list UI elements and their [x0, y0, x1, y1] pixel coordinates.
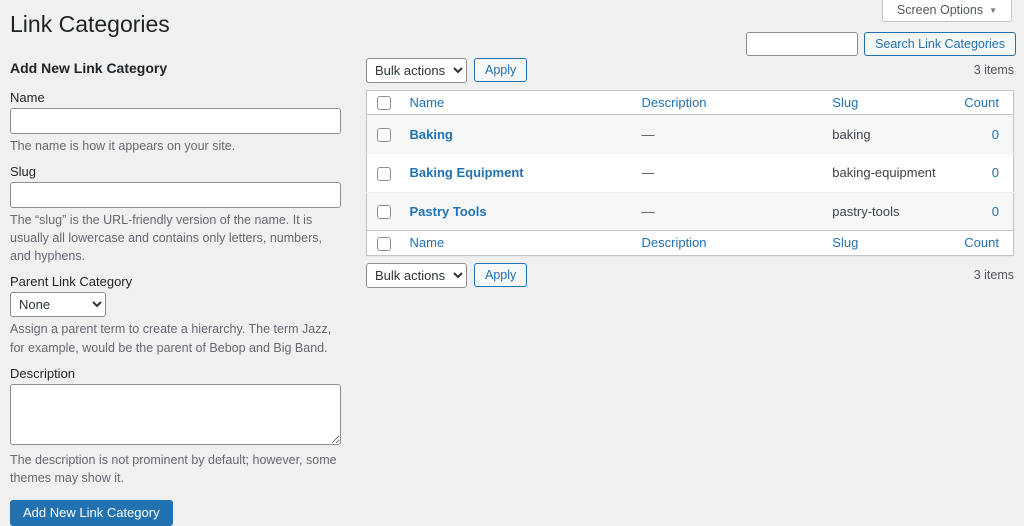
row-checkbox[interactable] — [377, 166, 391, 181]
table-row: Baking — baking 0 — [366, 114, 1014, 154]
slug-help-text: The “slug” is the URL-friendly version o… — [10, 213, 322, 264]
column-footer-description[interactable]: Description — [642, 235, 707, 250]
table-row: Pastry Tools — pastry-tools 0 — [366, 192, 1014, 231]
search-box: Search Link Categories — [746, 32, 1016, 56]
form-heading: Add New Link Category — [10, 59, 168, 76]
category-description: — — [641, 126, 655, 142]
category-name-link[interactable]: Baking — [410, 127, 453, 142]
table-row: Baking Equipment — baking-equipment 0 — [366, 153, 1014, 193]
category-name-link[interactable]: Pastry Tools — [410, 204, 487, 219]
column-footer-slug[interactable]: Slug — [832, 235, 858, 250]
apply-button-bottom[interactable]: Apply — [474, 263, 528, 288]
chevron-down-icon: ▼ — [989, 5, 997, 15]
parent-category-label: Parent Link Category — [10, 274, 133, 290]
content-columns: Add New Link Category Name The name is h… — [10, 57, 1014, 526]
category-slug: baking — [832, 126, 871, 142]
items-count-bottom: 3 items — [973, 268, 1014, 283]
page-wrap: Link Categories Add New Link Category Na… — [0, 0, 1024, 526]
category-description: — — [641, 203, 655, 219]
search-input[interactable] — [746, 32, 859, 56]
slug-input[interactable] — [10, 182, 341, 209]
screen-options-label: Screen Options — [896, 3, 984, 17]
add-new-link-category-button[interactable]: Add New Link Category — [10, 499, 173, 526]
description-help-text: The description is not prominent by defa… — [10, 452, 337, 485]
bulk-actions-select-top[interactable]: Bulk actions — [366, 57, 467, 83]
slug-label: Slug — [10, 164, 37, 180]
column-header-count[interactable]: Count — [964, 95, 999, 110]
description-label: Description — [10, 365, 76, 381]
description-field-group: Description The description is not promi… — [10, 366, 341, 487]
items-count-top: 3 items — [973, 63, 1014, 78]
column-header-slug[interactable]: Slug — [832, 95, 858, 110]
category-count-link[interactable]: 0 — [992, 127, 999, 142]
category-count-link[interactable]: 0 — [992, 165, 999, 180]
add-category-form: Add New Link Category Name The name is h… — [10, 58, 341, 526]
category-slug: baking-equipment — [832, 165, 936, 181]
column-footer-name[interactable]: Name — [410, 235, 445, 250]
category-description: — — [641, 165, 655, 181]
select-all-checkbox-bottom[interactable] — [377, 236, 391, 251]
column-header-name[interactable]: Name — [410, 95, 445, 110]
name-label: Name — [10, 89, 45, 105]
tablenav-bottom: Bulk actions Apply 3 items — [366, 262, 1014, 288]
parent-field-group: Parent Link Category None Assign a paren… — [10, 274, 341, 356]
submit-row: Add New Link Category — [10, 499, 341, 526]
name-input[interactable] — [10, 107, 341, 134]
row-checkbox[interactable] — [377, 205, 391, 220]
column-footer-count[interactable]: Count — [964, 235, 999, 250]
link-categories-table: Name Description Slug Count Baking — bak… — [366, 89, 1014, 256]
row-checkbox[interactable] — [377, 128, 391, 143]
column-header-description[interactable]: Description — [642, 95, 707, 110]
tablenav-top: Bulk actions Apply 3 items — [366, 57, 1014, 83]
name-help-text: The name is how it appears on your site. — [10, 138, 236, 153]
name-field-group: Name The name is how it appears on your … — [10, 90, 341, 155]
parent-help-text: Assign a parent term to create a hierarc… — [10, 322, 332, 355]
table-header-row: Name Description Slug Count — [366, 90, 1014, 116]
screen-options-button[interactable]: Screen Options ▼ — [881, 0, 1012, 22]
select-all-checkbox-top[interactable] — [377, 96, 391, 111]
table-footer-row: Name Description Slug Count — [366, 230, 1014, 256]
category-slug: pastry-tools — [832, 203, 900, 219]
link-categories-table-panel: Bulk actions Apply 3 items Name Descript… — [366, 57, 1014, 288]
parent-category-select[interactable]: None — [10, 292, 106, 318]
slug-field-group: Slug The “slug” is the URL-friendly vers… — [10, 164, 341, 265]
apply-button-top[interactable]: Apply — [474, 58, 528, 83]
category-count-link[interactable]: 0 — [992, 204, 999, 219]
bulk-actions-select-bottom[interactable]: Bulk actions — [366, 262, 467, 288]
description-textarea[interactable] — [10, 383, 341, 445]
category-name-link[interactable]: Baking Equipment — [410, 165, 524, 180]
search-link-categories-button[interactable]: Search Link Categories — [864, 32, 1016, 56]
